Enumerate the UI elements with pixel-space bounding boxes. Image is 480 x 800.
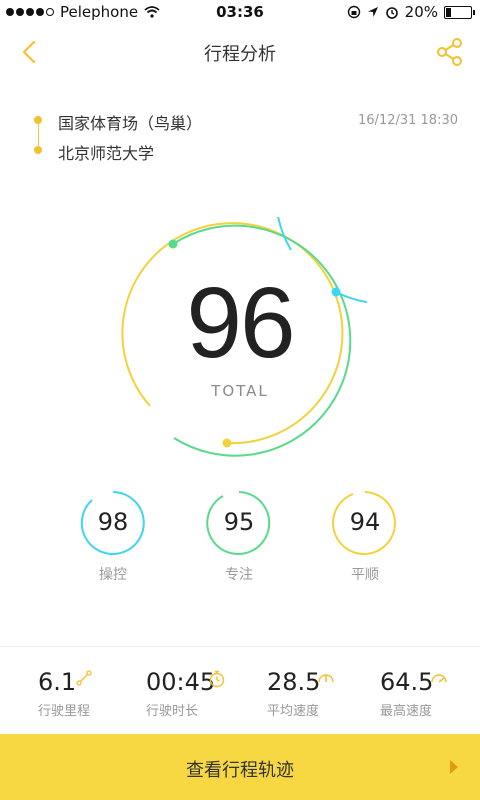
- metric-smooth-value: 94: [349, 508, 381, 536]
- status-bar: Pelephone 03:36 20%: [0, 0, 480, 24]
- stat-duration-value: 00:45: [146, 668, 216, 696]
- metric-control-label: 操控: [99, 567, 127, 583]
- stat-max-speed-label: 最高速度: [380, 704, 433, 719]
- end-location: 北京师范大学: [58, 144, 155, 163]
- stat-duration-label: 行驶时长: [146, 704, 199, 719]
- section-divider: [0, 646, 480, 647]
- arrow-right-icon: [450, 760, 458, 774]
- stat-avg-speed-value: 28.5: [267, 668, 321, 696]
- view-track-button[interactable]: 查看行程轨迹: [0, 734, 480, 800]
- trip-datetime: 16/12/31 18:30: [358, 113, 458, 128]
- page-title: 行程分析: [204, 44, 276, 65]
- gauge-marker-yellow: [222, 438, 232, 448]
- route-connector: [38, 122, 39, 146]
- stat-distance: 6.1 行驶里程: [38, 652, 148, 732]
- metric-focus-value: 95: [223, 508, 255, 536]
- gauge-marker-green: [168, 239, 178, 249]
- speedometer-max-icon: [431, 674, 447, 683]
- metric-focus: 95 专注: [189, 490, 289, 590]
- metric-smooth: 94 平顺: [315, 490, 415, 590]
- metric-smooth-label: 平顺: [351, 567, 379, 583]
- end-point-icon: [34, 146, 42, 154]
- speedometer-icon: [318, 674, 334, 683]
- metric-control: 98 操控: [63, 490, 163, 590]
- location-icon: [367, 7, 378, 17]
- share-icon[interactable]: [434, 36, 466, 68]
- stat-max-speed: 64.5 最高速度: [380, 652, 480, 732]
- status-right: 20%: [347, 3, 475, 21]
- metric-control-value: 98: [97, 508, 129, 536]
- route-icon: [76, 670, 92, 686]
- stat-max-speed-value: 64.5: [380, 668, 434, 696]
- start-point-icon: [34, 116, 42, 124]
- alarm-icon: [385, 7, 398, 19]
- battery-percent: 20%: [404, 3, 438, 21]
- total-score-label: TOTAL: [211, 382, 269, 400]
- stat-avg-speed-label: 平均速度: [267, 704, 320, 719]
- battery-icon: [444, 5, 475, 19]
- metric-focus-label: 专注: [225, 567, 253, 583]
- rotation-lock-icon: [347, 5, 360, 19]
- stat-duration: 00:45 行驶时长: [146, 652, 256, 732]
- stat-distance-label: 行驶里程: [38, 704, 91, 719]
- route-info: 国家体育场（鸟巢） 北京师范大学 16/12/31 18:30: [0, 100, 480, 180]
- total-score: 96: [186, 267, 295, 379]
- start-location: 国家体育场（鸟巢）: [58, 114, 203, 133]
- nav-bar: 行程分析: [0, 24, 480, 80]
- timer-icon: [209, 670, 225, 688]
- stat-distance-value: 6.1: [38, 668, 77, 696]
- view-track-label: 查看行程轨迹: [186, 760, 294, 781]
- trip-stats: 6.1 行驶里程 00:45 行驶时长 28.5 平均速度 64.5 最高速度: [0, 652, 480, 734]
- stat-avg-speed: 28.5 平均速度: [267, 652, 377, 732]
